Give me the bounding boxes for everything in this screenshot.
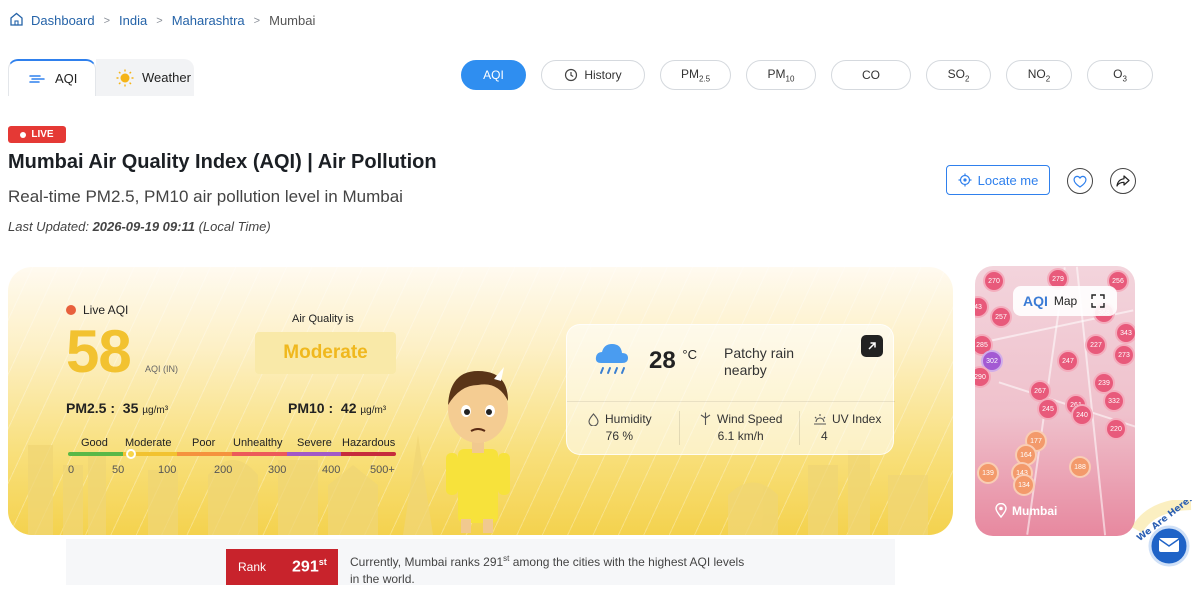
history-icon — [564, 68, 578, 82]
wind-icon — [29, 74, 47, 84]
humidity-stat: Humidity 76 % — [587, 412, 652, 443]
pill-aqi[interactable]: AQI — [461, 60, 526, 90]
map-aqi-marker[interactable]: 227 — [1085, 334, 1107, 356]
boy-character-illustration — [446, 367, 510, 533]
page-title: Mumbai Air Quality Index (AQI) | Air Pol… — [8, 151, 437, 173]
chat-widget[interactable]: We Are Here! — [1131, 494, 1200, 585]
map-header[interactable]: AQI Map — [1013, 286, 1117, 316]
wind-turbine-icon — [699, 412, 712, 426]
map-aqi-marker[interactable]: 188 — [1069, 456, 1091, 478]
pill-o3[interactable]: O3 — [1087, 60, 1153, 90]
scale-segment-hazardous — [341, 452, 396, 456]
pm10-reading: PM10 : 42 µg/m³ — [288, 400, 387, 416]
scale-segment-poor — [177, 452, 233, 456]
share-button[interactable] — [1110, 168, 1136, 194]
pollutant-tabs: AQI History PM2.5 PM10 CO SO2 NO2 O3 — [461, 60, 1168, 90]
aqi-value: 58 — [66, 318, 132, 385]
map-aqi-marker[interactable]: 220 — [1105, 418, 1127, 440]
map-aqi-marker[interactable]: 139 — [977, 462, 999, 484]
scale-segment-severe — [286, 452, 342, 456]
live-aqi-label: Live AQI — [66, 303, 128, 317]
pill-no2[interactable]: NO2 — [1006, 60, 1072, 90]
crosshair-icon — [958, 173, 978, 187]
aqi-card: Live AQI 58 AQI (IN) Air Quality is Mode… — [8, 267, 953, 535]
breadcrumb-india[interactable]: India — [119, 13, 147, 28]
pm25-reading: PM2.5 : 35 µg/m³ — [66, 400, 169, 416]
sun-icon — [116, 69, 134, 87]
pill-pm10[interactable]: PM10 — [746, 60, 816, 90]
map-card[interactable]: 270 279 256 257 43 285 302 247 227 290 267 239 332 24… — [975, 266, 1135, 536]
arrow-up-right-icon — [867, 341, 877, 351]
map-aqi-marker[interactable]: 273 — [1113, 344, 1135, 366]
chevron-right-icon: > — [253, 14, 261, 27]
rank-badge: Rank 291st — [226, 549, 338, 585]
map-aqi-marker[interactable]: 257 — [990, 306, 1012, 328]
map-aqi-marker[interactable]: 343 — [1115, 322, 1135, 344]
map-aqi-marker[interactable]: 245 — [1037, 398, 1059, 420]
tab-weather-label: Weather — [142, 70, 191, 85]
fullscreen-icon[interactable] — [1091, 294, 1105, 308]
pill-so2[interactable]: SO2 — [926, 60, 991, 90]
rank-description: Currently, Mumbai ranks 291st among the … — [350, 554, 745, 586]
weather-condition: Patchy rain nearby — [724, 345, 795, 378]
scale-segment-good — [68, 452, 123, 456]
pill-history-label: History — [584, 68, 622, 82]
breadcrumb-maharashtra[interactable]: Maharashtra — [172, 13, 245, 28]
tab-weather[interactable]: Weather — [96, 59, 194, 96]
uv-index-stat: UV Index 4 — [813, 412, 881, 443]
rain-cloud-icon — [593, 341, 631, 384]
map-label: Map — [1053, 294, 1078, 308]
location-pin-icon — [995, 503, 1007, 518]
weather-card: 28 °C Patchy rain nearby Humidity 76 % W… — [566, 324, 895, 455]
sunrise-icon — [813, 413, 827, 425]
map-aqi-marker[interactable]: 240 — [1071, 404, 1093, 426]
aqi-unit: AQI (IN) — [145, 364, 178, 374]
heart-icon — [1073, 175, 1087, 188]
breadcrumb-current: Mumbai — [269, 13, 316, 28]
chevron-right-icon: > — [156, 14, 163, 27]
aqi-logo: AQI — [1023, 293, 1048, 309]
pill-pm25[interactable]: PM2.5 — [660, 60, 731, 90]
weather-details-button[interactable] — [861, 335, 883, 357]
last-updated: Last Updated: 2026-09-19 09:11 (Local Ti… — [8, 219, 271, 234]
map-aqi-marker[interactable]: 134 — [1013, 474, 1035, 496]
air-quality-status: Moderate — [255, 332, 396, 374]
tab-aqi-label: AQI — [55, 71, 78, 86]
map-aqi-marker[interactable]: 332 — [1103, 390, 1125, 412]
main-tabs: AQI Weather — [8, 59, 194, 96]
home-icon[interactable] — [10, 12, 31, 29]
chevron-right-icon: > — [103, 14, 111, 27]
map-aqi-marker[interactable]: 43 — [975, 296, 989, 318]
air-quality-label: Air Quality is — [292, 313, 354, 325]
live-badge: LIVE — [8, 126, 66, 143]
share-icon — [1116, 175, 1130, 187]
pill-co[interactable]: CO — [831, 60, 911, 90]
page-subtitle: Real-time PM2.5, PM10 air pollution leve… — [8, 187, 403, 206]
breadcrumb: Dashboard > India > Maharashtra > Mumbai — [10, 12, 315, 29]
pill-co-label: CO — [862, 68, 880, 82]
aqi-scale-bar — [68, 452, 396, 456]
temperature: 28 °C — [649, 347, 697, 374]
tab-aqi[interactable]: AQI — [8, 59, 96, 96]
map-aqi-marker[interactable]: 270 — [983, 270, 1005, 292]
breadcrumb-dashboard[interactable]: Dashboard — [31, 13, 95, 28]
locate-me-button[interactable]: Locate me — [946, 165, 1050, 195]
locate-me-label: Locate me — [977, 172, 1039, 188]
scale-segment-unhealthy — [232, 452, 287, 456]
map-aqi-marker[interactable]: 247 — [1057, 350, 1079, 372]
pill-aqi-label: AQI — [483, 68, 504, 82]
map-location: Mumbai — [995, 503, 1057, 518]
map-aqi-marker[interactable]: 290 — [975, 366, 991, 388]
favorite-button[interactable] — [1067, 168, 1093, 194]
wind-speed-stat: Wind Speed 6.1 km/h — [699, 412, 782, 443]
pill-history[interactable]: History — [541, 60, 645, 90]
humidity-icon — [587, 412, 600, 426]
